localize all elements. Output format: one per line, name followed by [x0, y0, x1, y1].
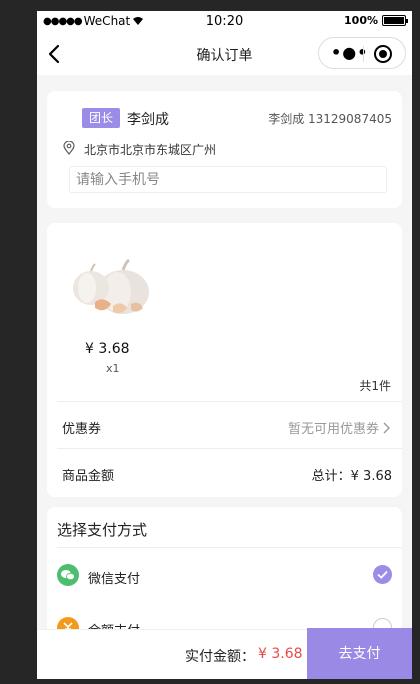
- close-target-icon[interactable]: [374, 45, 392, 63]
- phone-screen: ●●●●● WeChat 10:20 100% 确认订单 •●• 团长 李剑成 …: [37, 11, 412, 679]
- order-card: ¥ 3.68 x1 共1件 优惠券 暂无可用优惠券 商品金额 总计：¥ 3.68: [47, 223, 402, 497]
- wechat-pay-radio-checked[interactable]: [373, 565, 392, 584]
- phone-input[interactable]: [69, 166, 387, 193]
- status-bar: ●●●●● WeChat 10:20 100%: [37, 11, 412, 33]
- checkout-bar: 实付金额： ¥ 3.68 去支付: [37, 628, 412, 679]
- chevron-right-icon: [383, 422, 390, 433]
- leader-card: 团长 李剑成 李剑成 13129087405 北京市北京市东城区广州: [47, 91, 402, 208]
- coupon-value: 暂无可用优惠券: [287, 422, 379, 437]
- location-icon: [63, 141, 75, 155]
- capsule-divider: [363, 46, 364, 62]
- payment-title: 选择支付方式: [57, 521, 148, 539]
- coupon-selector[interactable]: 暂无可用优惠券: [288, 418, 391, 437]
- product-price: ¥ 3.68: [85, 341, 130, 357]
- divider: [57, 547, 402, 548]
- nav-bar: 确认订单 •●•: [37, 33, 412, 75]
- leader-contact: 李剑成 13129087405: [268, 112, 392, 126]
- mini-program-capsule: •●•: [318, 37, 406, 69]
- leader-name: 李剑成: [127, 112, 169, 128]
- battery-percent: 100%: [344, 14, 378, 27]
- battery-status: 100%: [344, 14, 408, 27]
- pay-button[interactable]: 去支付: [307, 628, 412, 679]
- product-quantity: x1: [106, 362, 120, 375]
- divider: [57, 448, 402, 449]
- battery-icon: [382, 15, 408, 26]
- wechat-pay-label: 微信支付: [88, 572, 141, 587]
- amount-label: 商品金额: [62, 469, 115, 484]
- amount-total: 总计：¥ 3.68: [311, 469, 392, 484]
- pickup-address: 北京市北京市东城区广州: [84, 143, 217, 157]
- total-label: 实付金额：: [185, 649, 255, 665]
- garlic-image: [73, 258, 149, 314]
- total-amount: ¥ 3.68: [258, 646, 303, 662]
- wechat-pay-icon: [57, 564, 79, 586]
- divider: [57, 401, 402, 402]
- coupon-label: 优惠券: [62, 422, 102, 437]
- item-count: 共1件: [359, 379, 391, 393]
- leader-tag: 团长: [82, 108, 120, 128]
